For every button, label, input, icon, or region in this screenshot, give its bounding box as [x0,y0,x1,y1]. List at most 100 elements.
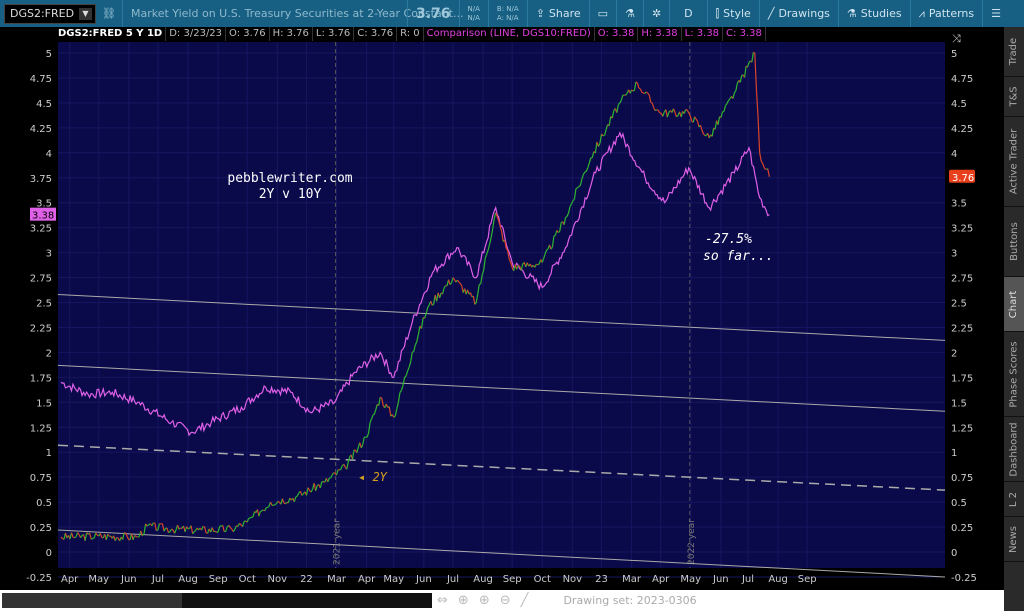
y-tick-label-right: 4 [951,149,957,160]
menu-button[interactable]: ☰ [982,0,1009,27]
sidebar-tab-label: Phase Scores [1008,340,1020,408]
share-button[interactable]: ⇪ Share [526,0,589,27]
alert-button[interactable]: ▭ [588,0,616,27]
series-segment-dgs2 [379,396,382,399]
legend-low: L: 3.76 [313,27,355,41]
sidebar-tab-label: Buttons [1008,222,1020,261]
ask: A: N/A [496,13,519,22]
sidebar-tab-dashboard[interactable]: Dashboard [1004,417,1024,482]
bid: B: N/A [496,4,519,13]
legend-c-close: C: 3.38 [723,27,766,41]
legend-c-open: O: 3.38 [595,27,639,41]
x-tick-label: 22 [300,574,313,585]
chevron-down-icon[interactable]: ▼ [79,7,92,20]
legend-c-low: L: 3.38 [682,27,724,41]
y-tick-label-left: 4.25 [30,124,52,135]
annotation-2y: ◂ 2Y [358,470,388,484]
drawings-button[interactable]: ╱ Drawings [758,0,838,27]
x-tick-label: Oct [239,574,256,585]
bottom-bar: ⇔ ⊕ ⊕ ⊖ ╱ Drawing set: 2023-0306 [0,590,1004,611]
horizontal-scrollbar[interactable] [2,593,432,608]
sidebar-tab-label: L 2 [1008,491,1020,507]
chart-legend: DGS2:FRED 5 Y 1D D: 3/23/23 O: 3.76 H: 3… [55,27,766,41]
y-tick-label-left: 0 [46,548,52,559]
series-segment-dgs2 [74,536,77,539]
settings-button[interactable]: ✲ [642,0,669,27]
sidebar-tab-news[interactable]: News [1004,517,1024,562]
x-tick-label: Mar [622,574,642,585]
line-icon: ╱ [767,7,775,20]
series-segment-dgs2 [339,468,342,471]
x-tick-label: Jun [120,574,137,585]
y-tick-label-left: 0.75 [30,473,52,484]
draw-line-icon[interactable]: ╱ [521,593,529,608]
sidebar-tab-t-s[interactable]: T&S [1004,77,1024,117]
x-tick-label: Jul [151,574,164,585]
aggregation-button[interactable]: D [669,0,706,27]
net-change: N/A [467,4,480,13]
link-icon[interactable]: ⛓ [102,7,116,20]
series-segment-dgs2 [260,510,263,513]
annotation-text: so far... [703,249,773,264]
y-tick-label-left: 1 [46,448,52,459]
x-tick-label: 23 [595,574,608,585]
sidebar-tab-chart[interactable]: Chart [1004,277,1024,332]
series-segment-dgs2 [478,283,482,286]
series-segment-dgs2 [553,234,556,237]
series-segment-dgs2 [116,537,119,539]
series-segment-dgs2 [92,537,95,540]
x-tick-label: Oct [534,574,551,585]
y-tick-label-left: 3 [46,249,52,260]
series-segment-dgs2 [411,350,415,353]
share-icon: ⇪ [535,7,545,20]
sidebar-tab-buttons[interactable]: Buttons [1004,207,1024,277]
legend-title: DGS2:FRED 5 Y 1D [55,27,167,41]
chart-canvas[interactable]: -0.25 -0.25 0 0 0.25 0.25 0.5 0.5 0.75 0.75 1 1 1.25… [0,0,1004,590]
annotation-text: 2Y v 10Y [259,187,322,202]
crosshair-icon[interactable]: ⊕ [458,593,469,608]
zoom-in-icon[interactable]: ⊕ [479,593,490,608]
pan-icon[interactable]: ⇔ [437,593,448,608]
studies-label: Studies [860,7,902,20]
series-segment-dgs2 [654,109,658,112]
patterns-button[interactable]: ⩘ Patterns [909,0,983,27]
sidebar-tab-active-trader[interactable]: Active Trader [1004,117,1024,207]
y-tick-label-left: 2.25 [30,323,52,334]
x-tick-label: Jun [415,574,432,585]
x-tick-label: Aug [178,574,198,585]
x-tick-label: Mar [327,574,347,585]
drawing-set-label[interactable]: Drawing set: 2023-0306 [563,594,696,607]
sidebar-tab-phase-scores[interactable]: Phase Scores [1004,332,1024,417]
style-button[interactable]: ⫿ Style [706,0,759,27]
legend-high: H: 3.76 [270,27,313,41]
sidebar-tab-l-2[interactable]: L 2 [1004,482,1024,517]
candle-icon: ⫿ [715,6,720,20]
series-segment-dgs2 [537,263,540,266]
right-sidebar: Trade T&S Active Trader Buttons Chart Phase S… [1004,27,1024,611]
zoom-out-icon[interactable]: ⊖ [500,593,511,608]
sidebar-tab-label: Active Trader [1008,128,1020,195]
sidebar-tab-trade[interactable]: Trade [1004,27,1024,77]
legend-comparison[interactable]: Comparison (LINE, DGS10:FRED) [424,27,595,41]
y-tick-label-left: -0.25 [26,573,52,584]
y-tick-label-right: -0.25 [951,573,977,584]
symbol-input[interactable]: DGS2:FRED ▼ [4,3,96,24]
y-tick-label-right: 3.5 [951,199,967,210]
y-tick-label-right: 4.75 [951,74,973,85]
x-tick-label: Aug [768,574,788,585]
sidebar-tab-label: News [1008,525,1020,553]
x-tick-label: Aug [473,574,493,585]
x-tick-label: Sep [503,574,522,585]
flask-button[interactable]: ⚗ [616,0,643,27]
scroll-thumb[interactable] [2,593,182,608]
legend-c-high: H: 3.38 [638,27,682,41]
share-label: Share [548,7,581,20]
sidebar-tab-label: Chart [1008,290,1020,318]
legend-close: C: 3.76 [354,27,398,41]
y-tick-label-right: 0 [951,548,957,559]
y-tick-label-right: 2 [951,348,957,359]
studies-button[interactable]: ⚗ Studies [837,0,910,27]
y-tick-label-right: 5 [951,49,957,60]
series-segment-dgs2 [134,535,137,537]
series-segment-dgs2 [171,528,174,531]
